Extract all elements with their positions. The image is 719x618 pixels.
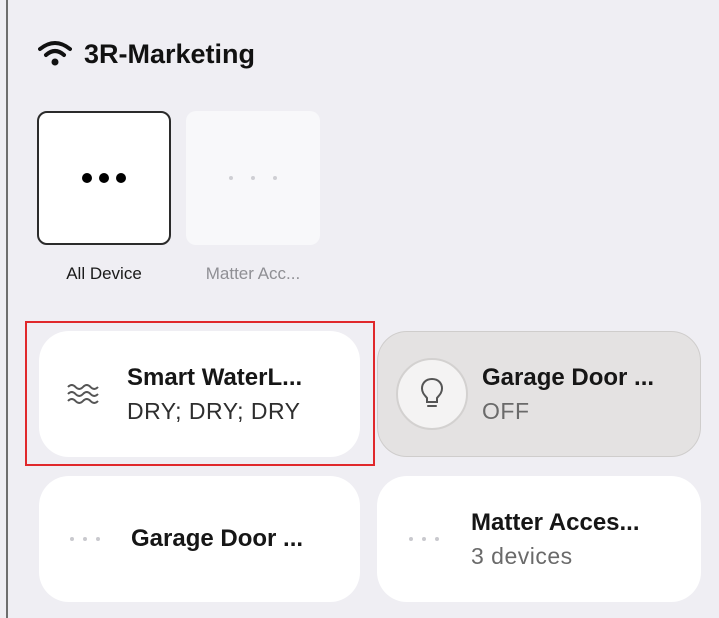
category-label-all-device: All Device <box>66 264 142 283</box>
device-card-garage-door-light[interactable]: Garage Door ... OFF <box>377 331 701 457</box>
dots-icon <box>70 537 100 541</box>
device-name: Smart WaterL... <box>127 363 303 391</box>
home-title: 3R-Marketing <box>84 38 256 69</box>
category-matter-accessories[interactable] <box>186 111 320 245</box>
dots-icon <box>409 537 439 541</box>
device-name: Garage Door ... <box>131 525 304 552</box>
lightbulb-toggle-button[interactable] <box>396 358 468 430</box>
device-card-garage-door[interactable]: Garage Door ... <box>39 476 360 602</box>
home-header[interactable]: 3R-Marketing <box>36 34 255 74</box>
device-status: 3 devices <box>471 542 573 569</box>
device-card-matter-accessories[interactable]: Matter Acces... 3 devices <box>377 476 701 602</box>
category-label-matter: Matter Acc... <box>205 264 301 283</box>
category-all-device[interactable] <box>37 111 171 245</box>
device-name: Garage Door ... <box>482 363 655 391</box>
more-dots-icon <box>82 173 126 183</box>
wifi-icon <box>36 38 74 70</box>
device-status: DRY; DRY; DRY <box>127 397 301 424</box>
device-status: OFF <box>482 397 530 424</box>
dots-icon <box>229 176 277 180</box>
water-waves-icon <box>39 383 127 405</box>
window-edge <box>6 0 8 618</box>
device-name: Matter Acces... <box>471 508 640 536</box>
device-card-smart-water-leak[interactable]: Smart WaterL... DRY; DRY; DRY <box>39 331 360 457</box>
lightbulb-icon <box>420 377 444 407</box>
